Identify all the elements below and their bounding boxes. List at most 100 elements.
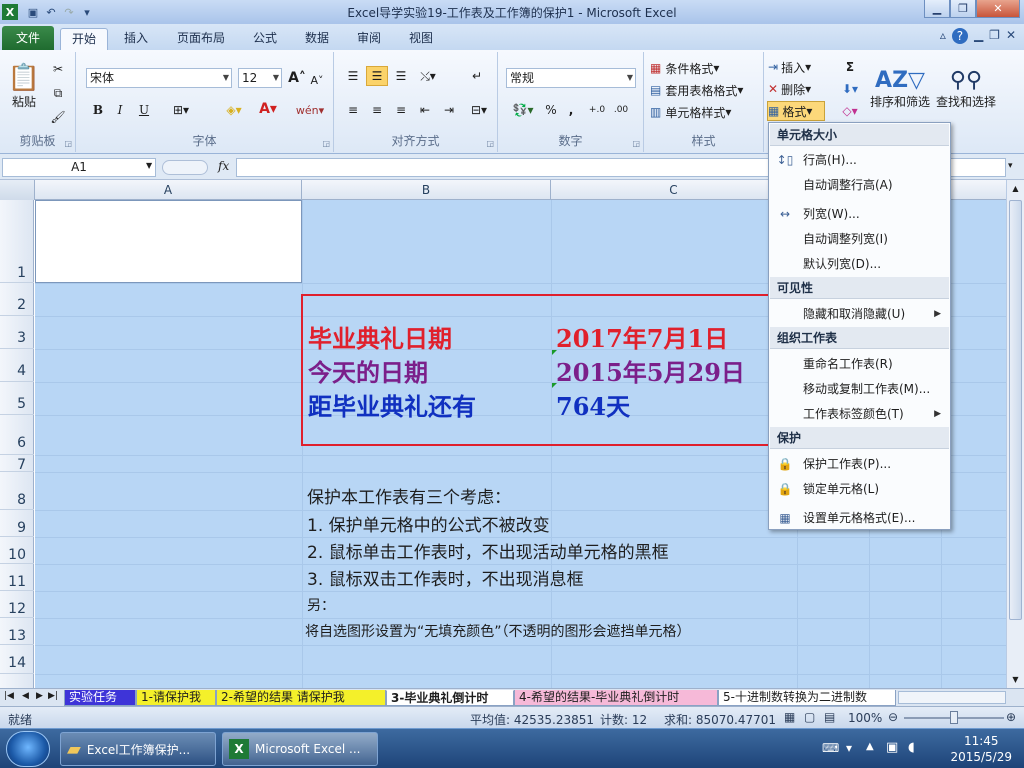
normal-view-icon[interactable]: ▦ <box>784 710 795 724</box>
percent-button[interactable]: % <box>542 100 560 120</box>
row-header-1[interactable]: 1 <box>0 200 34 283</box>
formula-divider-handle[interactable] <box>162 160 208 175</box>
row-header-11[interactable]: 11 <box>0 564 34 591</box>
merge-center-icon[interactable]: ⊟▾ <box>466 100 492 120</box>
autosum-button[interactable]: Σ <box>838 58 862 76</box>
workbook-minimize-icon[interactable]: ▁ <box>974 28 983 44</box>
menu-item-column-width[interactable]: ↔ 列宽(W)... <box>770 202 949 226</box>
tab-review[interactable]: 审阅 <box>348 28 390 50</box>
row-header-4[interactable]: 4 <box>0 349 34 382</box>
menu-item-default-width[interactable]: 默认列宽(D)... <box>770 252 949 276</box>
insert-function-button[interactable]: fx <box>218 159 229 173</box>
keyboard-icon[interactable]: ⌨ <box>822 741 839 755</box>
prev-sheet-icon[interactable]: ◀ <box>22 691 29 701</box>
row-header-2[interactable]: 2 <box>0 283 34 316</box>
zoom-in-icon[interactable]: ⊕ <box>1006 710 1016 724</box>
conditional-formatting-button[interactable]: ▦ 条件格式 ▾ <box>650 58 760 78</box>
font-name-combo[interactable]: 宋体 ▼ <box>86 68 232 88</box>
taskbar-excel-item[interactable]: X Microsoft Excel ... <box>222 732 378 766</box>
column-header-b[interactable]: B <box>302 180 551 200</box>
align-middle-icon[interactable]: ☰ <box>366 66 388 86</box>
zoom-slider-thumb[interactable] <box>950 711 958 724</box>
number-dialog-launcher[interactable]: ◲ <box>632 139 640 148</box>
row-header-13[interactable]: 13 <box>0 618 34 645</box>
row-header-5[interactable]: 5 <box>0 382 34 415</box>
format-as-table-button[interactable]: ▤ 套用表格格式 ▾ <box>650 80 762 100</box>
align-right-icon[interactable]: ≡ <box>390 100 412 120</box>
minimize-ribbon-icon[interactable]: ▵ <box>940 28 946 44</box>
column-header-c[interactable]: C <box>551 180 797 200</box>
sheet-tab-3-active[interactable]: 3-毕业典礼倒计时 <box>386 690 514 706</box>
chevron-down-icon[interactable]: ▼ <box>146 161 152 170</box>
tab-insert[interactable]: 插入 <box>114 28 158 50</box>
taskbar-clock[interactable]: 11:45 2015/5/29 <box>950 733 1012 765</box>
sheet-tab-2[interactable]: 2-希望的结果 请保护我 <box>216 690 386 706</box>
row-header-8[interactable]: 8 <box>0 472 34 510</box>
paste-button[interactable]: 📋 粘贴 <box>6 56 42 116</box>
align-center-icon[interactable]: ≡ <box>366 100 388 120</box>
clear-icon[interactable]: ◇▾ <box>838 102 862 120</box>
number-format-combo[interactable]: 常规 ▼ <box>506 68 636 88</box>
page-layout-view-icon[interactable]: ▢ <box>804 710 815 724</box>
help-icon[interactable]: ? <box>951 28 968 44</box>
restore-button[interactable]: ❐ <box>950 0 976 18</box>
copy-icon[interactable]: ⧉ <box>48 84 68 102</box>
fill-color-icon[interactable]: ◈▾ <box>220 100 248 120</box>
sheet-tab-1[interactable]: 1-请保护我 <box>136 690 216 706</box>
start-button[interactable] <box>6 731 50 767</box>
sheet-tab-4[interactable]: 4-希望的结果-毕业典礼倒计时 <box>514 690 718 706</box>
orientation-icon[interactable]: ⤯▾ <box>416 66 440 86</box>
page-break-view-icon[interactable]: ▤ <box>824 710 835 724</box>
close-button[interactable]: ✕ <box>976 0 1020 18</box>
zoom-level[interactable]: 100% <box>848 711 882 725</box>
increase-indent-icon[interactable]: ⇥ <box>438 100 460 120</box>
align-left-icon[interactable]: ≡ <box>342 100 364 120</box>
format-painter-icon[interactable]: 🖌 <box>48 108 68 126</box>
wrap-text-icon[interactable]: ↵ <box>466 66 488 86</box>
row-header-9[interactable]: 9 <box>0 510 34 537</box>
insert-cells-button[interactable]: ⇥ 插入 ▾ <box>768 58 824 76</box>
font-size-combo[interactable]: 12 ▼ <box>238 68 282 88</box>
row-header-6[interactable]: 6 <box>0 415 34 455</box>
column-header-a[interactable]: A <box>35 180 302 200</box>
zoom-out-icon[interactable]: ⊖ <box>888 710 898 724</box>
notification-icon[interactable]: ▾ <box>846 741 852 755</box>
tab-view[interactable]: 视图 <box>400 28 442 50</box>
taskbar-explorer-item[interactable]: ▰ Excel工作簿保护... <box>60 732 216 766</box>
tab-data[interactable]: 数据 <box>296 28 338 50</box>
phonetic-icon[interactable]: wén▾ <box>296 100 324 120</box>
menu-item-autofit-row-height[interactable]: 自动调整行高(A) <box>770 173 949 197</box>
align-bottom-icon[interactable]: ☰ <box>390 66 412 86</box>
first-sheet-icon[interactable]: |◀ <box>4 691 14 701</box>
scroll-down-icon[interactable]: ▼ <box>1007 671 1024 688</box>
menu-item-rename-sheet[interactable]: 重命名工作表(R) <box>770 352 949 376</box>
menu-item-protect-sheet[interactable]: 🔒 保护工作表(P)... <box>770 452 949 476</box>
row-header-3[interactable]: 3 <box>0 316 34 349</box>
accounting-format-icon[interactable]: 💱▾ <box>508 100 538 120</box>
vertical-scrollbar[interactable]: ▲ ▼ <box>1006 180 1024 688</box>
row-header-12[interactable]: 12 <box>0 591 34 618</box>
row-header-14[interactable]: 14 <box>0 645 34 674</box>
sort-filter-button[interactable]: AZ▽ 排序和筛选 <box>868 56 932 122</box>
sheet-tab-task[interactable]: 实验任务 <box>64 690 136 706</box>
menu-item-autofit-column-width[interactable]: 自动调整列宽(I) <box>770 227 949 251</box>
sheet-tab-5[interactable]: 5-十进制数转换为二进制数 <box>718 690 896 706</box>
borders-icon[interactable]: ⊞▾ <box>168 100 194 120</box>
italic-button[interactable]: I <box>110 100 130 120</box>
align-top-icon[interactable]: ☰ <box>342 66 364 86</box>
menu-item-format-cells[interactable]: ▦ 设置单元格格式(E)... <box>770 506 949 530</box>
format-cells-button[interactable]: ▦ 格式 ▾ <box>767 101 825 121</box>
tab-page-layout[interactable]: 页面布局 <box>166 28 236 50</box>
decrease-indent-icon[interactable]: ⇤ <box>414 100 436 120</box>
find-select-button[interactable]: ⚲⚲ 查找和选择 <box>934 56 998 122</box>
horizontal-scrollbar[interactable] <box>898 691 1006 704</box>
network-icon[interactable]: ▣ <box>886 740 898 755</box>
decrease-decimal-icon[interactable]: .00 <box>610 100 632 120</box>
font-dialog-launcher[interactable]: ◲ <box>322 139 330 148</box>
menu-item-tab-color[interactable]: 工作表标签颜色(T) ▶ <box>770 402 949 426</box>
cut-icon[interactable]: ✂ <box>48 60 68 78</box>
font-color-icon[interactable]: A▾ <box>254 98 282 120</box>
last-sheet-icon[interactable]: ▶| <box>48 691 58 701</box>
menu-item-lock-cell[interactable]: 🔒 锁定单元格(L) <box>770 477 949 501</box>
tab-home[interactable]: 开始 <box>60 28 108 50</box>
